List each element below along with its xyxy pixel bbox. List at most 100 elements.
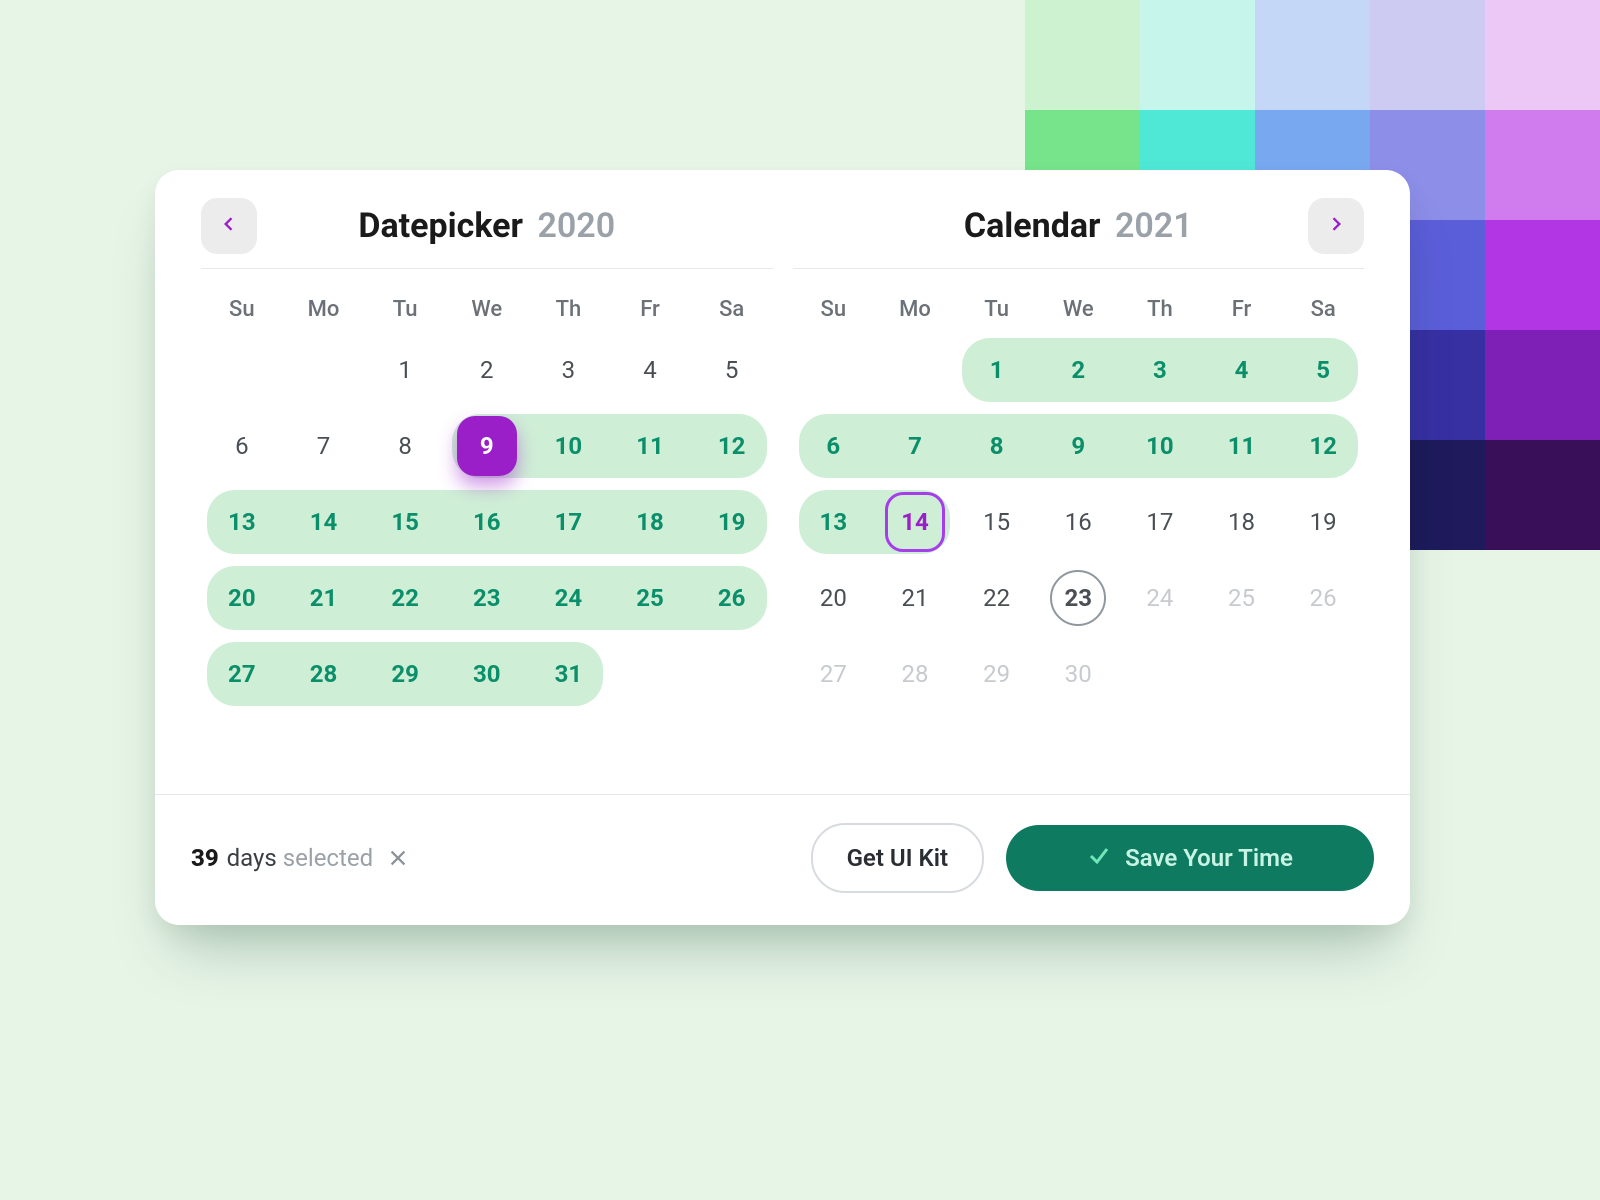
palette-swatch <box>1140 0 1255 110</box>
day-cell[interactable]: 5 <box>1282 332 1364 408</box>
day-cell[interactable]: 15 <box>956 484 1038 560</box>
selection-selected-label: selected <box>283 844 373 872</box>
next-month-button[interactable] <box>1308 198 1364 254</box>
day-cell[interactable]: 5 <box>691 332 773 408</box>
day-cell-empty <box>609 636 691 712</box>
day-cell[interactable]: 2 <box>446 332 528 408</box>
day-number: 8 <box>990 432 1004 460</box>
weekday-label: Th <box>528 297 610 322</box>
day-cell[interactable]: 10 <box>1119 408 1201 484</box>
day-cell[interactable]: 23 <box>446 560 528 636</box>
get-ui-kit-button[interactable]: Get UI Kit <box>811 823 984 893</box>
clear-selection-button[interactable] <box>387 847 409 869</box>
weekday-label: We <box>1037 297 1119 322</box>
day-cell[interactable]: 11 <box>1201 408 1283 484</box>
day-cell[interactable]: 28 <box>283 636 365 712</box>
day-number: 28 <box>310 660 338 688</box>
day-cell-empty <box>1119 636 1201 712</box>
day-cell[interactable]: 22 <box>956 560 1038 636</box>
day-cell[interactable]: 8 <box>364 408 446 484</box>
day-number: 13 <box>820 508 848 536</box>
day-number: 1 <box>990 356 1004 384</box>
day-cell-empty <box>793 332 875 408</box>
day-cell[interactable]: 16 <box>1037 484 1119 560</box>
day-cell[interactable]: 21 <box>874 560 956 636</box>
day-cell[interactable]: 9 <box>1037 408 1119 484</box>
day-cell[interactable]: 23 <box>1037 560 1119 636</box>
check-icon <box>1087 843 1111 873</box>
button-label: Get UI Kit <box>847 844 948 872</box>
weekday-label: Mo <box>283 297 365 322</box>
day-number: 9 <box>1071 432 1085 460</box>
day-cell[interactable]: 6 <box>201 408 283 484</box>
weekday-label: Tu <box>956 297 1038 322</box>
day-cell[interactable]: 8 <box>956 408 1038 484</box>
month-right: Calendar 2021 SuMoTuWeThFrSa 12345678910… <box>783 206 1375 794</box>
save-button[interactable]: Save Your Time <box>1006 825 1374 891</box>
day-cell[interactable]: 22 <box>364 560 446 636</box>
day-cell[interactable]: 14 <box>283 484 365 560</box>
prev-month-button[interactable] <box>201 198 257 254</box>
day-cell[interactable]: 15 <box>364 484 446 560</box>
day-cell[interactable]: 11 <box>609 408 691 484</box>
day-number: 27 <box>820 660 847 688</box>
day-cell[interactable]: 4 <box>1201 332 1283 408</box>
day-cell[interactable]: 29 <box>364 636 446 712</box>
day-cell[interactable]: 13 <box>793 484 875 560</box>
day-cell[interactable]: 16 <box>446 484 528 560</box>
weekday-label: Fr <box>1201 297 1283 322</box>
day-cell[interactable]: 3 <box>1119 332 1201 408</box>
day-cell[interactable]: 13 <box>201 484 283 560</box>
month-year: 2020 <box>537 206 615 246</box>
day-cell[interactable]: 17 <box>1119 484 1201 560</box>
day-cell[interactable]: 25 <box>609 560 691 636</box>
day-cell[interactable]: 7 <box>874 408 956 484</box>
day-cell-empty <box>691 636 773 712</box>
palette-swatch <box>1485 0 1600 110</box>
day-number: 3 <box>1153 356 1167 384</box>
day-cell[interactable]: 18 <box>609 484 691 560</box>
day-cell[interactable]: 21 <box>283 560 365 636</box>
weekday-label: Sa <box>1282 297 1364 322</box>
day-cell[interactable]: 1 <box>364 332 446 408</box>
day-cell[interactable]: 4 <box>609 332 691 408</box>
day-cell[interactable]: 10 <box>528 408 610 484</box>
day-cell[interactable]: 20 <box>201 560 283 636</box>
day-cell[interactable]: 9 <box>446 408 528 484</box>
selection-status: 39 days selected <box>191 844 409 872</box>
day-cell[interactable]: 17 <box>528 484 610 560</box>
day-number: 24 <box>1146 584 1173 612</box>
day-cell[interactable]: 20 <box>793 560 875 636</box>
day-cell[interactable]: 2 <box>1037 332 1119 408</box>
day-cell[interactable]: 7 <box>283 408 365 484</box>
palette-swatch <box>1255 0 1370 110</box>
day-cell[interactable]: 12 <box>691 408 773 484</box>
day-cell[interactable]: 26 <box>691 560 773 636</box>
day-cell[interactable]: 14 <box>874 484 956 560</box>
month-year: 2021 <box>1115 206 1193 246</box>
day-cell[interactable]: 18 <box>1201 484 1283 560</box>
day-cell[interactable]: 3 <box>528 332 610 408</box>
day-number: 23 <box>1064 584 1092 612</box>
day-cell[interactable]: 19 <box>691 484 773 560</box>
month-name: Datepicker <box>358 206 523 246</box>
button-label: Save Your Time <box>1125 844 1293 872</box>
day-cell[interactable]: 24 <box>528 560 610 636</box>
datepicker-card: Datepicker 2020 SuMoTuWeThFrSa 123456789… <box>155 170 1410 925</box>
weekday-label: Su <box>201 297 283 322</box>
day-cell[interactable]: 19 <box>1282 484 1364 560</box>
day-cell[interactable]: 6 <box>793 408 875 484</box>
day-number: 15 <box>391 508 419 536</box>
day-number: 25 <box>1228 584 1255 612</box>
day-cell[interactable]: 12 <box>1282 408 1364 484</box>
day-cell[interactable]: 1 <box>956 332 1038 408</box>
day-number: 30 <box>1065 660 1092 688</box>
day-cell[interactable]: 31 <box>528 636 610 712</box>
day-cell[interactable]: 27 <box>201 636 283 712</box>
day-cell-empty <box>1201 636 1283 712</box>
palette-swatch <box>1485 110 1600 220</box>
day-cell: 25 <box>1201 560 1283 636</box>
day-cell[interactable]: 30 <box>446 636 528 712</box>
palette-swatch <box>1485 440 1600 550</box>
month-title-left: Datepicker 2020 <box>358 206 615 246</box>
